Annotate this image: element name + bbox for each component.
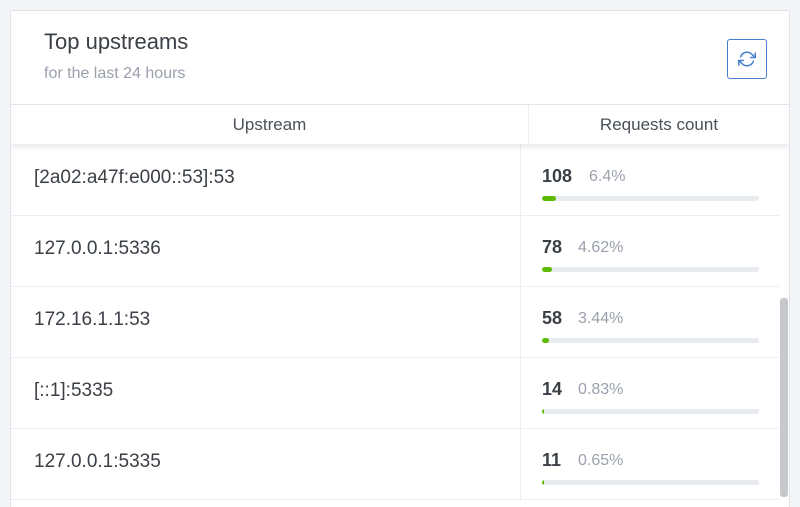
top-upstreams-card: Top upstreams for the last 24 hours Upst…: [10, 10, 790, 507]
progress-bar-track: [542, 409, 759, 414]
table-row: 127.0.0.1:5336 78 4.62%: [11, 216, 779, 287]
upstream-cell: [2a02:a47f:e000::53]:53: [11, 145, 521, 215]
request-count-value: 11: [542, 450, 562, 470]
card-header: Top upstreams for the last 24 hours: [11, 11, 789, 105]
table-header: Upstream Requests count: [11, 105, 789, 145]
upstream-cell: 172.16.1.1:53: [11, 287, 521, 357]
progress-bar-track: [542, 338, 759, 343]
request-count-value: 58: [542, 308, 563, 328]
refresh-button[interactable]: [727, 39, 767, 79]
request-count-value: 78: [542, 237, 563, 257]
table-row: 172.16.1.1:53 58 3.44%: [11, 287, 779, 358]
column-header-upstream[interactable]: Upstream: [11, 105, 529, 144]
upstream-cell: [::1]:5335: [11, 358, 521, 428]
refresh-icon: [738, 51, 756, 67]
requests-count-cell: 108 6.4%: [521, 145, 779, 215]
progress-bar-fill: [542, 338, 549, 343]
scrollbar-thumb[interactable]: [780, 298, 788, 497]
table-row: [::1]:5335 14 0.83%: [11, 358, 779, 429]
progress-bar-track: [542, 267, 759, 272]
upstream-cell: 127.0.0.1:5335: [11, 429, 521, 499]
progress-bar-fill: [542, 196, 556, 201]
table-row: [2a02:a47f:e000::53]:53 108 6.4%: [11, 145, 779, 216]
table-body[interactable]: [2a02:a47f:e000::53]:53 108 6.4%127.0.0.1:…: [11, 145, 789, 507]
progress-bar-fill: [542, 480, 544, 485]
request-count-value: 14: [542, 379, 563, 399]
request-percent: 3.44%: [578, 310, 624, 327]
requests-count-cell: 58 3.44%: [521, 287, 779, 357]
requests-count-cell: 78 4.62%: [521, 216, 779, 286]
request-percent: 6.4%: [589, 168, 626, 185]
card-subtitle: for the last 24 hours: [44, 65, 186, 82]
request-percent: 4.62%: [578, 239, 624, 256]
requests-count-cell: 14 0.83%: [521, 358, 779, 428]
requests-count-cell: 11 0.65%: [521, 429, 779, 499]
upstream-cell: 127.0.0.1:5336: [11, 216, 521, 286]
request-percent: 0.83%: [578, 381, 624, 398]
request-count-value: 108: [542, 166, 573, 186]
progress-bar-fill: [542, 409, 544, 414]
request-percent: 0.65%: [578, 452, 624, 469]
progress-bar-track: [542, 196, 759, 201]
card-title: Top upstreams: [44, 29, 189, 54]
progress-bar-fill: [542, 267, 552, 272]
progress-bar-track: [542, 480, 759, 485]
table-row: 127.0.0.1:5335 11 0.65%: [11, 429, 779, 500]
column-header-requests-count[interactable]: Requests count: [529, 105, 789, 144]
